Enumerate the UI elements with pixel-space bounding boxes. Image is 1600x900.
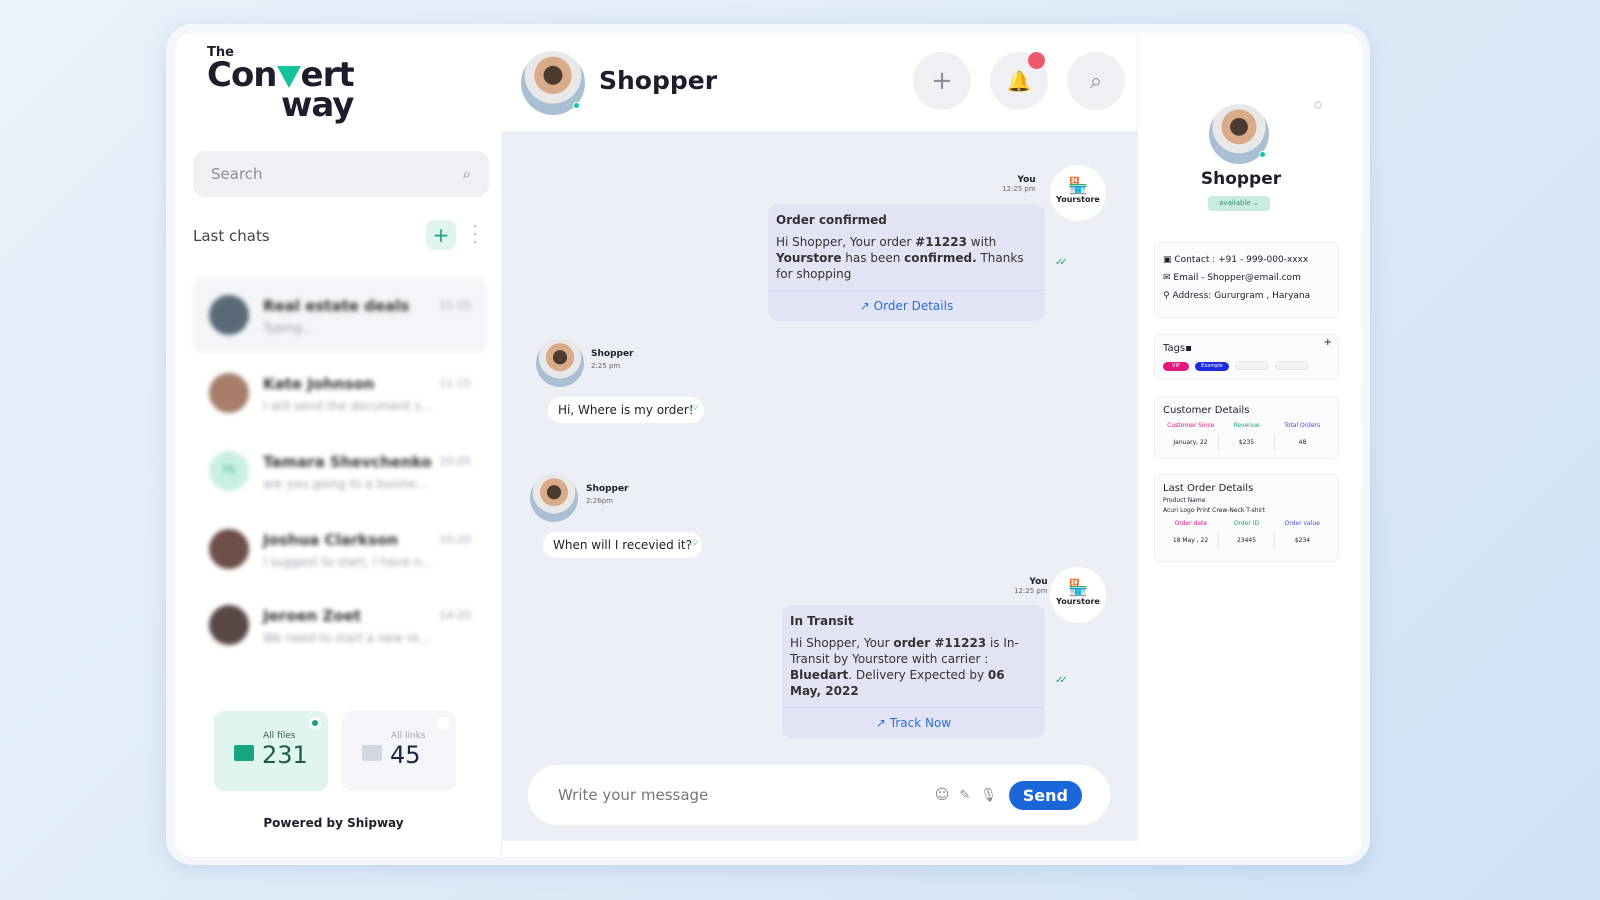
- contact-icon: ▣: [1163, 255, 1175, 265]
- track-now-link[interactable]: ↗ Track Now: [782, 707, 1045, 738]
- microphone-icon[interactable]: 🎙: [980, 788, 997, 803]
- all-files-card[interactable]: All files 231: [214, 711, 328, 791]
- store-icon: 🏪: [1068, 176, 1088, 195]
- incoming-message: Hi, Where is my order!: [548, 397, 704, 423]
- last-chats-heading: Last chats: [193, 227, 270, 245]
- chat-list-item[interactable]: Jeroen Zoet We need to start a new re... 1…: [193, 587, 487, 663]
- tag[interactable]: Example: [1275, 361, 1309, 370]
- message-sender: You 12:25 pm: [1014, 577, 1048, 595]
- chat-area: You 12:25 pm 🏪 Yourstore Order confirmed H…: [502, 131, 1138, 841]
- all-links-card[interactable]: All links 45: [342, 711, 456, 791]
- add-tag-icon[interactable]: +: [1324, 337, 1332, 348]
- more-options-icon[interactable]: · · ·: [473, 220, 477, 250]
- bell-icon: 🔔: [1006, 69, 1032, 93]
- chat-list-item[interactable]: Kate Johnson I will send the document s..…: [193, 355, 487, 431]
- powered-by: Powered by Shipway: [263, 816, 404, 830]
- sidebar: Search ⌕ Last chats + · · · Real estate dea…: [175, 131, 502, 857]
- last-order-box: Last Order Details Product Name Acuri Lo…: [1154, 474, 1339, 562]
- store-icon: 🏪: [1068, 578, 1088, 597]
- new-chat-button[interactable]: +: [426, 220, 456, 250]
- email-icon: ✉: [1163, 273, 1174, 283]
- tag[interactable]: Example: [1195, 362, 1229, 371]
- double-check-icon: ✓✓: [688, 538, 701, 549]
- message-input[interactable]: Write your message: [558, 786, 708, 804]
- status-dropdown[interactable]: available ⌄: [1208, 196, 1270, 211]
- double-check-icon: ✓✓: [1055, 675, 1068, 686]
- notification-badge: [1028, 52, 1045, 69]
- app-window: The Con ert way Shopper + 🔔 ⌕ Search ⌕ Las…: [175, 33, 1362, 857]
- store-avatar: 🏪 Yourstore: [1050, 567, 1106, 623]
- double-check-icon: ✓✓: [688, 403, 701, 414]
- shopper-avatar: [530, 474, 578, 522]
- profile-name: Shopper: [1200, 169, 1282, 189]
- store-avatar: 🏪 Yourstore: [1050, 165, 1106, 221]
- shopper-avatar: [536, 339, 584, 387]
- emoji-icon[interactable]: ☺: [935, 787, 950, 803]
- tags-box: Tags▪ + VIP Example Example Example: [1154, 334, 1339, 380]
- logo: The Con ert way: [207, 45, 355, 125]
- chat-list-item[interactable]: TS Tamara Shevchenko are you going to a bu…: [193, 433, 487, 509]
- tag[interactable]: VIP: [1163, 362, 1189, 371]
- header-name: Shopper: [599, 66, 718, 95]
- online-indicator: [1259, 151, 1266, 158]
- attachment-icon[interactable]: ✎: [959, 788, 970, 803]
- chat-list-item[interactable]: Joshua Clarkson I suggest to start, I hav…: [193, 511, 487, 587]
- divider: [1137, 33, 1138, 841]
- plus-icon: +: [432, 223, 450, 247]
- contact-box: ▣ Contact : +91 - 999-000-xxxx ✉ Email -…: [1154, 242, 1339, 318]
- double-check-icon: ✓✓: [1055, 257, 1068, 268]
- in-transit-message: In Transit Hi Shopper, Your order #11223…: [782, 605, 1045, 738]
- profile-panel: Shopper available ⌄ ▣ Contact : +91 - 99…: [1138, 33, 1362, 857]
- online-indicator: [573, 102, 580, 109]
- external-link-icon: ↗: [859, 299, 874, 313]
- search-icon: ⌕: [1089, 68, 1103, 94]
- message-sender: You 12:25 pm: [1002, 175, 1036, 193]
- plus-icon: +: [931, 66, 953, 96]
- settings-icon[interactable]: [1314, 101, 1322, 109]
- search-icon: ⌕: [462, 165, 471, 183]
- customer-details-box: Customer Details Customer Since Revenue To…: [1154, 396, 1339, 459]
- folder-icon: [234, 745, 254, 761]
- send-button[interactable]: Send: [1008, 780, 1082, 810]
- incoming-message: When will I recevied it?: [543, 532, 702, 558]
- search-input[interactable]: Search ⌕: [193, 151, 489, 197]
- external-link-icon: ↗: [875, 716, 890, 730]
- order-details-link[interactable]: ↗ Order Details: [768, 290, 1045, 321]
- tag[interactable]: Example: [1235, 361, 1269, 370]
- order-confirmed-message: Order confirmed Hi Shopper, Your order #…: [768, 204, 1045, 321]
- message-composer[interactable]: Write your message ☺ ✎ 🎙 Send: [528, 765, 1110, 825]
- link-folder-icon: [362, 745, 382, 761]
- header-search-button[interactable]: ⌕: [1067, 52, 1125, 110]
- add-button[interactable]: +: [913, 52, 971, 110]
- chat-list-item[interactable]: Real estate deals Typing... 11:15: [193, 277, 487, 353]
